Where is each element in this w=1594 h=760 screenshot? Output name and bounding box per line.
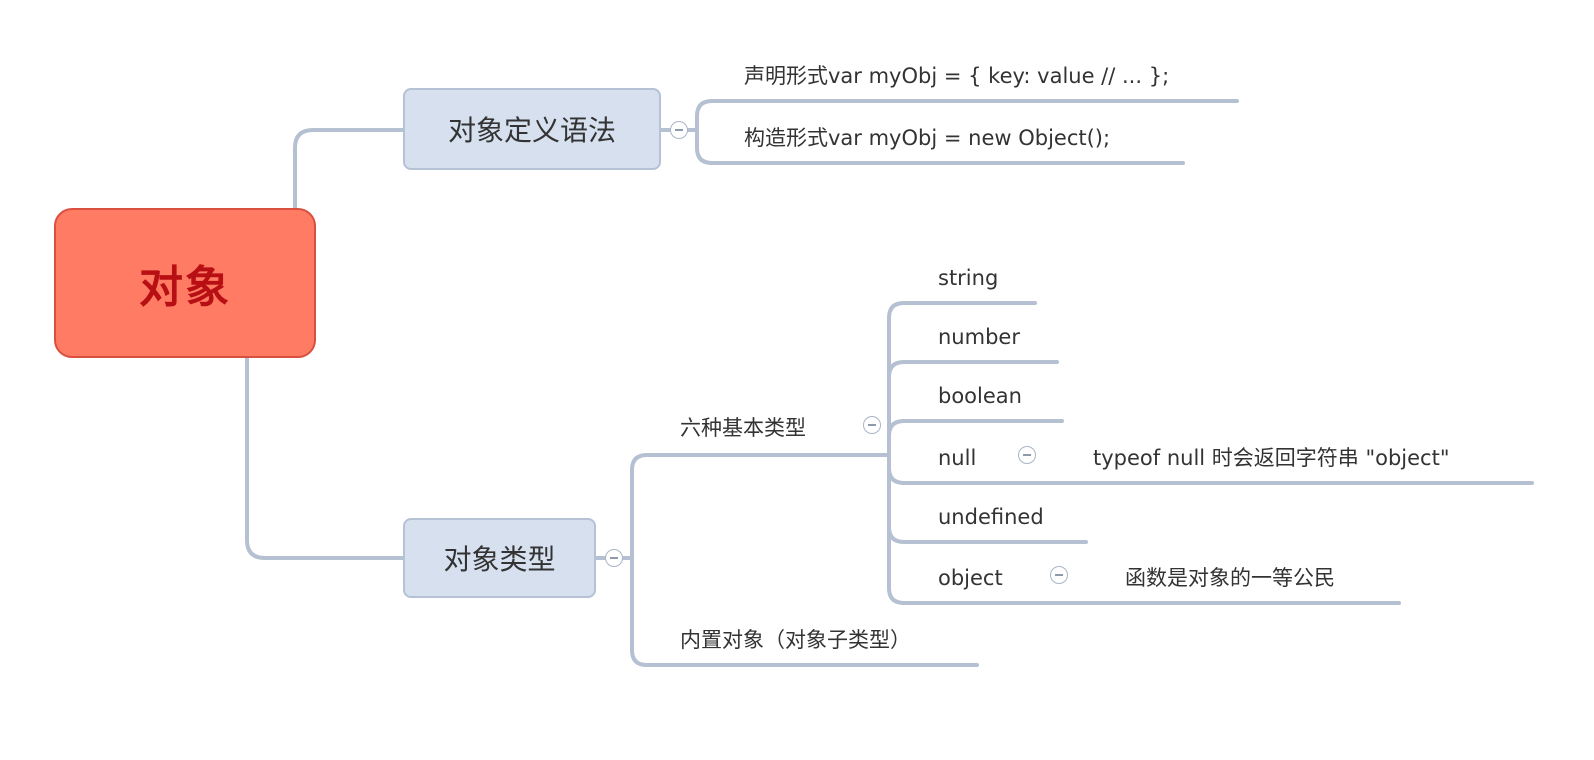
mindmap-canvas: 对象 对象定义语法 声明形式var myObj = { key: value /… (0, 0, 1594, 760)
topic-primitive-types[interactable]: 六种基本类型 (680, 418, 806, 439)
topic-null[interactable]: null (938, 448, 976, 469)
branch-node-syntax[interactable]: 对象定义语法 (403, 88, 661, 170)
topic-construct-form[interactable]: 构造形式var myObj = new Object(); (744, 128, 1110, 149)
topic-object-note[interactable]: 函数是对象的一等公民 (1125, 568, 1335, 589)
collapse-minus-icon[interactable] (605, 549, 623, 567)
topic-undefined[interactable]: undefined (938, 507, 1044, 528)
topic-null-note[interactable]: typeof null 时会返回字符串 "object" (1093, 448, 1450, 469)
branch-label: 对象类型 (443, 543, 556, 576)
root-label: 对象 (139, 262, 231, 313)
connector-prim-number (887, 360, 1059, 457)
connector-root-to-syntax (293, 128, 405, 210)
collapse-minus-icon[interactable] (1018, 446, 1036, 464)
connector-root-to-types (245, 356, 405, 560)
topic-number[interactable]: number (938, 327, 1020, 348)
collapse-minus-icon[interactable] (863, 416, 881, 434)
branch-label: 对象定义语法 (447, 114, 616, 147)
branch-node-types[interactable]: 对象类型 (403, 518, 596, 598)
topic-builtin-objects[interactable]: 内置对象（对象子类型） (680, 630, 911, 651)
topic-declare-form[interactable]: 声明形式var myObj = { key: value // ... }; (744, 66, 1169, 87)
collapse-minus-icon[interactable] (1050, 566, 1068, 584)
root-node[interactable]: 对象 (54, 208, 316, 358)
topic-object[interactable]: object (938, 568, 1003, 589)
collapse-minus-icon[interactable] (670, 121, 688, 139)
connector-types-primitives (630, 453, 891, 560)
topic-boolean[interactable]: boolean (938, 386, 1022, 407)
topic-string[interactable]: string (938, 268, 998, 289)
